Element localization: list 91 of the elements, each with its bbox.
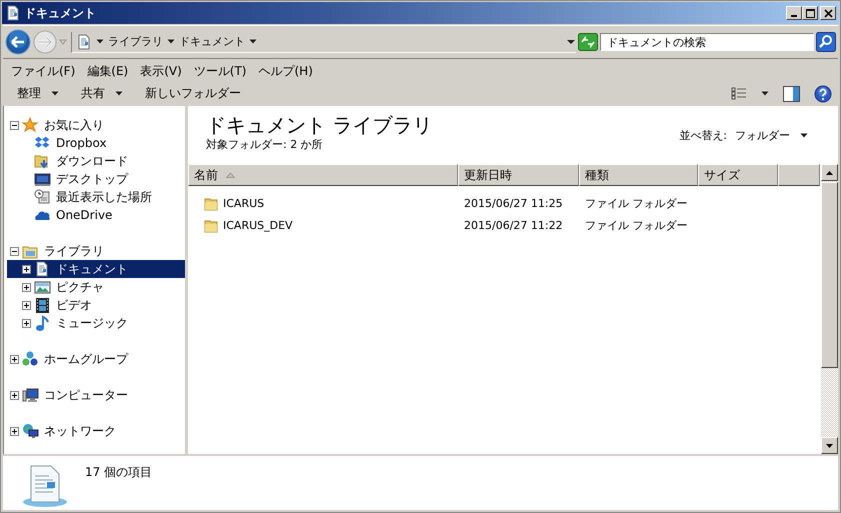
file-name[interactable]: ICARUS_DEV	[223, 218, 293, 232]
help-icon[interactable]	[814, 84, 832, 102]
tree-item[interactable]: ネットワーク	[7, 422, 185, 440]
film-strip-icon	[34, 297, 51, 313]
menu-item[interactable]: 編集(E)	[81, 62, 134, 80]
table-cell-text: 2015/06/27 11:22	[463, 218, 564, 232]
collapse-icon[interactable]	[10, 246, 19, 256]
preview-pane-icon[interactable]	[783, 86, 800, 102]
maximize-button[interactable]	[802, 6, 818, 20]
breadcrumb[interactable]: ライブラリ	[108, 34, 163, 49]
expand-icon[interactable]	[22, 318, 31, 328]
close-icon	[824, 8, 832, 18]
tree-item[interactable]: OneDrive	[7, 206, 185, 224]
menu-item[interactable]: ツール(T)	[188, 62, 252, 80]
table-cell-text: ファイル フォルダー	[584, 196, 688, 210]
minimize-icon	[791, 15, 797, 17]
refresh-button[interactable]	[578, 33, 598, 51]
star-icon	[22, 117, 39, 133]
tree-item[interactable]: コンピューター	[7, 386, 185, 404]
up-arrow-icon	[826, 170, 833, 174]
table-cell-text: ファイル フォルダー	[584, 218, 688, 232]
toolbar-button[interactable]: 新しいフォルダー	[139, 82, 251, 105]
expand-icon[interactable]	[22, 282, 31, 292]
caret-icon[interactable]	[761, 90, 769, 98]
caret-icon	[115, 90, 123, 98]
column-header[interactable]: サイズ	[698, 164, 778, 186]
monitor-icon	[34, 171, 51, 187]
music-note-icon	[34, 315, 51, 331]
sort-label: 並べ替え:	[679, 128, 727, 143]
tree-item[interactable]: ミュージック	[7, 314, 185, 332]
caret-icon[interactable]	[167, 38, 175, 46]
address-bar[interactable]: ライブラリ ドキュメント	[71, 32, 576, 52]
expand-icon[interactable]	[22, 264, 31, 274]
library-locations: 対象フォルダー: 2 か所	[206, 137, 324, 152]
tree-item[interactable]: Dropbox	[7, 134, 185, 152]
tree-item[interactable]: ピクチャ	[7, 278, 185, 296]
tree-item[interactable]: ホームグループ	[7, 350, 185, 368]
document-icon	[5, 5, 21, 21]
recent-places-icon	[34, 189, 51, 205]
tree-item[interactable]: ビデオ	[7, 296, 185, 314]
expand-icon[interactable]	[10, 426, 19, 436]
menu-item[interactable]: ファイル(F)	[5, 62, 82, 80]
tree-item[interactable]: ドキュメント	[7, 260, 185, 278]
table-cell-text: 2015/06/27 11:25	[463, 196, 564, 210]
breadcrumb[interactable]: ドキュメント	[179, 34, 245, 49]
toolbar-button[interactable]: 整理	[11, 82, 69, 105]
computer-icon	[22, 387, 39, 403]
sort-dropdown[interactable]: フォルダー	[735, 128, 808, 143]
menu-item[interactable]: 表示(V)	[134, 62, 188, 80]
homegroup-icon	[22, 351, 39, 367]
menu-item[interactable]: ヘルプ(H)	[252, 62, 319, 80]
caret-icon[interactable]	[249, 38, 257, 46]
folder-icon	[204, 196, 218, 210]
tree-item[interactable]: 最近表示した場所	[7, 188, 185, 206]
tree-item[interactable]: ダウンロード	[7, 152, 185, 170]
scroll-up-button[interactable]	[821, 164, 838, 181]
column-header[interactable]: 種類	[579, 164, 698, 186]
close-button[interactable]	[820, 6, 836, 20]
document-icon	[76, 34, 92, 50]
view-options-icon[interactable]	[731, 86, 747, 100]
window-title: ドキュメント	[24, 4, 97, 22]
minimize-button[interactable]	[786, 6, 802, 20]
down-arrow-icon	[826, 444, 833, 448]
library-title: ドキュメント ライブラリ	[206, 114, 434, 136]
scroll-down-button[interactable]	[821, 437, 838, 454]
file-name[interactable]: ICARUS	[223, 196, 264, 210]
caret-icon	[51, 90, 59, 98]
tree-item[interactable]: デスクトップ	[7, 170, 185, 188]
item-count: 17 個の項目	[85, 464, 152, 481]
back-button[interactable]	[5, 29, 31, 55]
address-dropdown-icon[interactable]	[566, 38, 576, 46]
folder-icon	[204, 218, 218, 232]
toolbar-button[interactable]: 共有	[75, 82, 133, 105]
column-header[interactable]: 名前	[188, 164, 458, 186]
landscape-image-icon	[34, 279, 51, 295]
collapse-icon[interactable]	[10, 120, 19, 130]
tree-item[interactable]: お気に入り	[7, 116, 185, 134]
column-header[interactable]	[778, 164, 820, 186]
expand-icon[interactable]	[22, 300, 31, 310]
column-header[interactable]: 更新日時	[458, 164, 579, 186]
caret-icon[interactable]	[96, 38, 104, 46]
network-icon	[22, 423, 39, 439]
search-button[interactable]	[816, 32, 836, 52]
sort-ascending-icon	[226, 172, 235, 178]
expand-icon[interactable]	[10, 354, 19, 364]
scroll-thumb[interactable]	[821, 182, 838, 368]
caret-icon	[800, 132, 808, 140]
expand-icon[interactable]	[10, 390, 19, 400]
search-field[interactable]: ドキュメントの検索	[600, 33, 814, 51]
tree-item[interactable]: ライブラリ	[7, 242, 185, 260]
maximize-icon	[806, 8, 814, 18]
